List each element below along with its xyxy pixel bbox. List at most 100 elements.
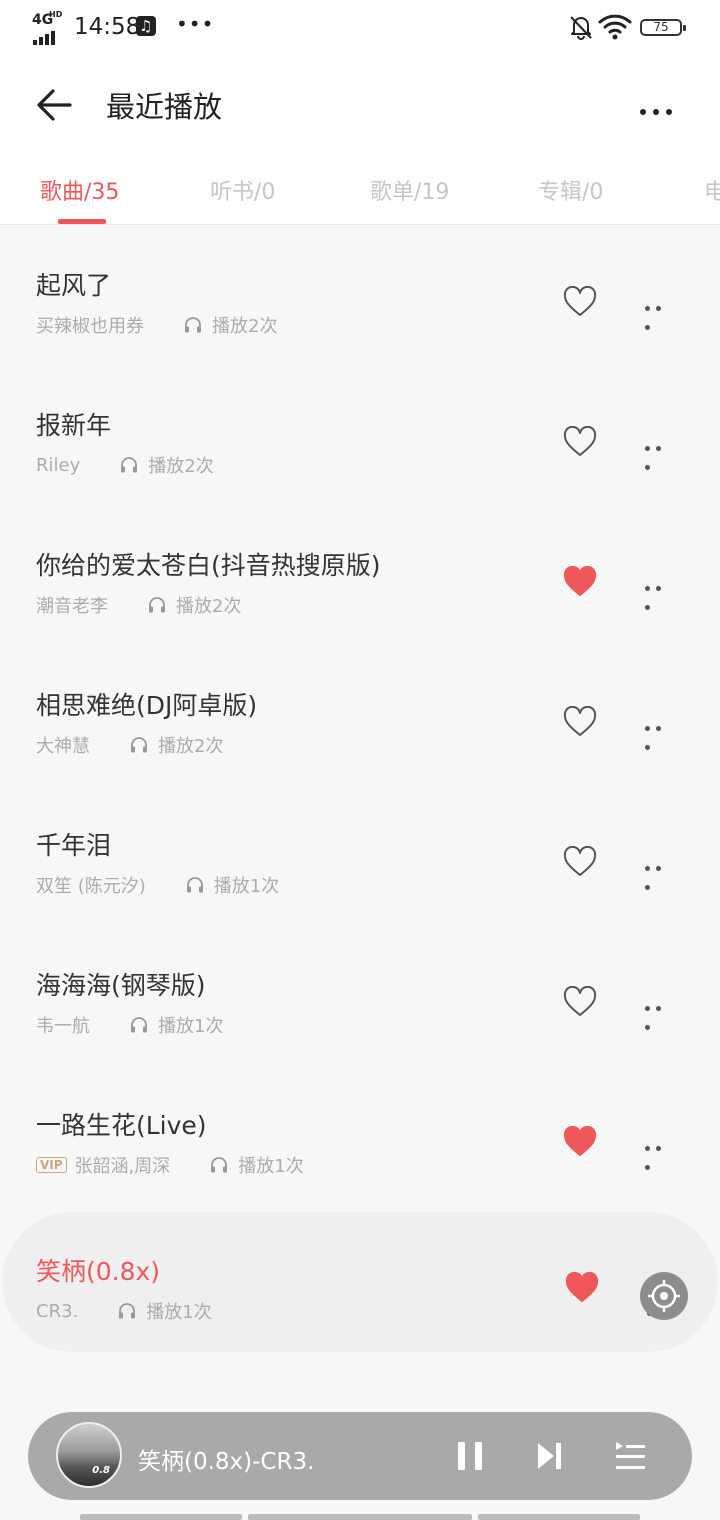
mini-player[interactable]: 0.8 笑柄(0.8x)-CR3. [28, 1412, 692, 1500]
play-count: 播放2次 [148, 592, 241, 618]
vip-badge: VIP [36, 1157, 67, 1173]
song-title: 起风了 [36, 271, 112, 300]
bell-muted-icon [570, 16, 592, 40]
heart-icon[interactable] [562, 986, 598, 1018]
headphones-icon [131, 1017, 147, 1033]
bottom-divider [80, 1514, 640, 1520]
tab-playlists[interactable]: 歌单/19 [370, 174, 449, 206]
wifi-icon [598, 14, 632, 40]
song-title: 你给的爱太苍白(抖音热搜原版) [36, 551, 381, 580]
album-cover[interactable]: 0.8 [56, 1422, 122, 1488]
song-row[interactable]: 报新年 Riley 播放2次 [0, 366, 720, 506]
tab-songs[interactable]: 歌曲/35 [40, 174, 119, 206]
song-more-icon[interactable] [645, 296, 677, 330]
song-meta: CR3. 播放1次 [36, 1298, 212, 1324]
song-row[interactable]: 一路生花(Live) VIP 张韶涵,周深 播放1次 [0, 1066, 720, 1206]
headphones-icon [185, 317, 201, 333]
song-artist: Riley [36, 454, 81, 476]
song-more-icon[interactable] [645, 436, 677, 470]
song-meta: 大神慧 播放2次 [36, 732, 223, 758]
heart-icon[interactable] [562, 846, 598, 878]
song-meta: Riley 播放2次 [36, 452, 214, 478]
song-meta: 潮音老李 播放2次 [36, 592, 241, 618]
play-count-label: 播放1次 [238, 1156, 304, 1177]
play-count-label: 播放2次 [158, 736, 224, 757]
locate-crosshair-icon [648, 1280, 680, 1312]
playlist-queue-icon[interactable] [614, 1440, 646, 1472]
song-row-current[interactable]: 笑柄(0.8x) CR3. 播放1次 [2, 1212, 718, 1352]
song-more-icon[interactable] [645, 576, 677, 610]
heart-icon[interactable] [562, 426, 598, 458]
skip-next-icon[interactable] [538, 1442, 562, 1470]
play-count-label: 播放2次 [176, 596, 242, 617]
play-count-label: 播放1次 [146, 1302, 212, 1323]
headphones-icon [186, 877, 203, 893]
pause-icon[interactable] [458, 1442, 484, 1470]
now-playing-title[interactable]: 笑柄(0.8x)-CR3. [138, 1442, 314, 1476]
battery-icon: 75 [640, 19, 686, 36]
song-title: 海海海(钢琴版) [36, 971, 206, 1000]
song-title: 报新年 [36, 411, 112, 440]
battery-level: 75 [653, 20, 669, 34]
headphones-icon [131, 737, 147, 753]
song-row[interactable]: 千年泪双笙 (陈元汐) 播放1次 [0, 786, 720, 926]
play-count: 播放2次 [120, 452, 214, 478]
page-title: 最近播放 [106, 90, 223, 124]
song-meta: VIP 张韶涵,周深 播放1次 [36, 1152, 304, 1178]
top-area: 4G HD 14:58 ••• 75 最近播放 歌曲/35 听书/0 [0, 0, 720, 225]
play-count: 播放2次 [184, 312, 277, 338]
song-more-icon[interactable] [645, 1136, 677, 1170]
play-count: 播放2次 [130, 732, 223, 758]
tab-audiobooks[interactable]: 听书/0 [210, 174, 275, 206]
song-artist: 买辣椒也用券 [36, 316, 144, 337]
music-app-icon [136, 16, 156, 36]
heart-icon[interactable] [562, 1126, 598, 1158]
network-hd: HD [49, 10, 63, 19]
song-artist: 韦一航 [36, 1016, 90, 1037]
tab-radio[interactable]: 电 [704, 174, 720, 206]
song-row[interactable]: 起风了买辣椒也用券 播放2次 [0, 226, 720, 366]
song-artist: CR3. [36, 1300, 79, 1322]
heart-icon[interactable] [562, 286, 598, 318]
song-more-icon[interactable] [645, 856, 677, 890]
heart-icon[interactable] [562, 706, 598, 738]
more-options-icon[interactable] [640, 100, 688, 115]
headphones-icon [119, 1303, 136, 1319]
headphones-icon [149, 597, 165, 613]
tab-albums[interactable]: 专辑/0 [538, 174, 603, 206]
status-bar: 4G HD 14:58 ••• 75 [0, 0, 720, 56]
status-overflow-icon: ••• [176, 12, 215, 36]
headphones-icon [121, 457, 138, 473]
cover-badge: 0.8 [92, 1465, 110, 1476]
song-title: 一路生花(Live) [36, 1111, 207, 1140]
tab-active-indicator [58, 219, 106, 224]
heart-icon[interactable] [564, 1272, 600, 1304]
song-row[interactable]: 相思难绝(DJ阿卓版) 大神慧 播放2次 [0, 646, 720, 786]
play-count-label: 播放1次 [158, 1016, 224, 1037]
play-count-label: 播放2次 [148, 456, 214, 477]
song-artist: 张韶涵,周深 [74, 1156, 171, 1177]
status-time: 14:58 [74, 14, 141, 40]
song-row[interactable]: 海海海(钢琴版) 韦一航 播放1次 [0, 926, 720, 1066]
play-count: 播放1次 [130, 1012, 223, 1038]
song-meta: 韦一航 播放1次 [36, 1012, 223, 1038]
headphones-icon [211, 1157, 228, 1173]
play-count-label: 播放2次 [212, 316, 278, 337]
song-meta: 双笙 (陈元汐) 播放1次 [36, 872, 279, 898]
song-meta: 买辣椒也用券 播放2次 [36, 312, 277, 338]
song-more-icon[interactable] [645, 996, 677, 1030]
play-count: 播放1次 [210, 1152, 304, 1178]
song-title: 千年泪 [36, 831, 112, 860]
play-count-label: 播放1次 [213, 876, 280, 897]
cellular-signal-icon: 4G HD [32, 10, 68, 45]
heart-icon[interactable] [562, 566, 598, 598]
song-title: 笑柄(0.8x) [36, 1257, 161, 1286]
locate-current-button[interactable] [640, 1272, 688, 1320]
song-more-icon[interactable] [645, 716, 677, 750]
song-title: 相思难绝(DJ阿卓版) [36, 691, 258, 720]
song-artist: 双笙 (陈元汐) [36, 876, 146, 897]
song-artist: 潮音老李 [36, 596, 108, 617]
back-arrow-icon[interactable] [36, 86, 74, 124]
song-row[interactable]: 你给的爱太苍白(抖音热搜原版) 潮音老李 播放2次 [0, 506, 720, 646]
play-count: 播放1次 [186, 872, 279, 898]
